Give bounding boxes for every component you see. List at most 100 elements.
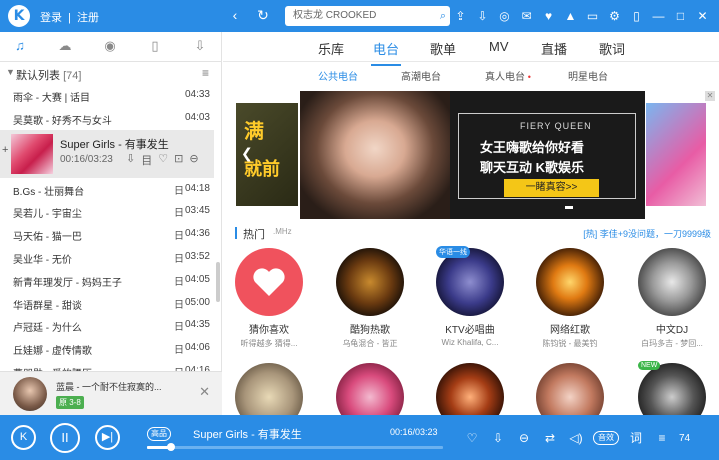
mini-mode-icon[interactable]: ▯ <box>628 7 645 25</box>
radio-icon[interactable]: ◉ <box>102 38 118 54</box>
radio-card[interactable]: 华语一线 KTV必唱曲 Wiz Khalifa, C... <box>426 246 514 347</box>
playing-song-row[interactable]: + Super Girls - 有事发生 00:16/03:23 ⇩ 目 ♡ ⊡… <box>0 129 214 178</box>
game-icon[interactable]: ◎ <box>496 7 513 25</box>
close-icon[interactable]: ✕ <box>694 7 711 25</box>
auth-links: 登录 | 注册 <box>40 9 102 25</box>
track-title: Super Girls - 有事发生 <box>193 429 302 441</box>
register-link[interactable]: 注册 <box>77 12 99 24</box>
tab-playlists[interactable]: 歌单 <box>430 39 456 58</box>
progress-handle[interactable] <box>166 443 175 451</box>
subtab-public[interactable]: 公共电台 <box>318 68 358 83</box>
progress-bar[interactable] <box>147 443 443 451</box>
status-badge: 华语一线 <box>436 246 470 258</box>
list-item[interactable]: B.Gs - 壮丽舞台日 04:18 <box>0 178 214 201</box>
loop-icon[interactable]: ⇄ <box>541 429 559 447</box>
refresh-icon[interactable]: ↻ <box>254 6 272 24</box>
disc-image <box>638 248 706 316</box>
search-text: 权志龙 CROOKED <box>293 10 377 21</box>
search-icon[interactable]: ⌕ <box>440 6 446 26</box>
banner-carousel[interactable]: 满 就前 ❮ FIERY QUEEN 女王嗨歌给你好看 聊天互动 K歌娱乐 一睹… <box>223 88 719 222</box>
download-icon[interactable]: ⇩ <box>474 7 491 25</box>
volume-icon[interactable]: ◁) <box>567 429 585 447</box>
tab-library[interactable]: 乐库 <box>318 39 344 58</box>
upload-icon[interactable]: ⇪ <box>452 7 469 25</box>
tab-lyrics[interactable]: 歌词 <box>599 39 625 58</box>
banner-button[interactable]: 一睹真容>> <box>504 179 599 197</box>
device-icon[interactable]: ▯ <box>147 38 163 54</box>
collapse-icon[interactable]: ▼ <box>6 67 15 77</box>
list-item[interactable]: 马天佑 - 猫一巴日 04:36 <box>0 223 214 246</box>
previous-button[interactable]: K <box>11 425 36 450</box>
close-icon[interactable]: ✕ <box>199 384 210 400</box>
monitor-icon[interactable]: ▭ <box>584 7 601 25</box>
main-banner[interactable]: FIERY QUEEN 女王嗨歌给你好看 聊天互动 K歌娱乐 一睹真容>> <box>300 91 645 219</box>
kugou-logo[interactable]: K <box>8 5 30 27</box>
next-button[interactable]: ▶| <box>95 425 120 450</box>
message-icon[interactable]: ✉ <box>518 7 535 25</box>
player-controls: ♡ ⇩ ⊖ ⇄ ◁) 音效 词 ≡ 74 <box>463 429 690 447</box>
playlist-panel: ♫ ☁ ◉ ▯ ⇩ ▼ 默认列表 [74] ≡ 雨伞 - 大赛 | 话目 04:… <box>0 32 222 415</box>
skin-icon[interactable]: ♥ <box>540 7 557 25</box>
music-note-icon[interactable]: ♫ <box>12 38 28 54</box>
tab-radio[interactable]: 电台 <box>370 39 402 66</box>
carousel-indicator[interactable] <box>565 206 573 209</box>
main-tabs: 乐库 电台 歌单 MV 直播 歌词 <box>223 32 719 66</box>
list-item[interactable]: 吴莫歌 - 好秀不与女斗 04:03 <box>0 107 214 130</box>
shirt-icon[interactable]: ▲ <box>562 7 579 25</box>
list-item[interactable]: 吴若儿 - 宇宙尘日 03:45 <box>0 200 214 223</box>
banner-next-preview[interactable] <box>646 103 706 206</box>
now-playing-card[interactable]: 蓝晨 - 一个耐不住寂寞的... 原 3-8 ✕ <box>0 371 222 415</box>
download-box-icon[interactable]: ⇩ <box>192 38 208 54</box>
search-input[interactable]: 权志龙 CROOKED ⌕ <box>285 6 450 26</box>
main-content: 乐库 电台 歌单 MV 直播 歌词 公共电台 高潮电台 真人电台 • 明星电台 … <box>223 32 719 431</box>
add-icon[interactable]: + <box>2 144 8 156</box>
list-item[interactable]: 华语群星 - 甜谈日 05:00 <box>0 292 214 315</box>
playlist-icon[interactable]: ≡ <box>653 429 671 447</box>
list-item[interactable]: 卢冠廷 - 为什么日 04:35 <box>0 314 214 337</box>
track-time: 00:16/03:23 <box>390 427 438 437</box>
hq-icon[interactable]: 目 <box>141 152 152 168</box>
close-icon[interactable]: ✕ <box>705 91 715 101</box>
auth-separator: | <box>68 12 71 24</box>
settings-icon[interactable]: ⚙ <box>606 7 623 25</box>
list-item[interactable]: 丘娃娜 - 虚传情歌日 04:06 <box>0 337 214 360</box>
list-menu-icon[interactable]: ≡ <box>202 66 209 80</box>
cloud-icon[interactable]: ☁ <box>57 38 73 54</box>
sound-effect-button[interactable]: 音效 <box>593 431 619 445</box>
lyrics-button[interactable]: 词 <box>627 429 645 447</box>
list-item[interactable]: 新青年理发厅 - 妈妈王子日 04:05 <box>0 269 214 292</box>
hot-section-header: 热门 .MHz [热] 李佳+9没问题，一刀9999级 <box>235 224 715 244</box>
radio-card[interactable]: 猜你喜欢 听得越多 猜得... <box>225 248 313 349</box>
radio-card[interactable]: 中文DJ 白玛多吉 - 梦回... <box>628 248 716 349</box>
disc-image <box>536 248 604 316</box>
delete-icon[interactable]: ⊡ <box>174 152 183 168</box>
chevron-left-icon[interactable]: ❮ <box>241 145 253 162</box>
subtab-climax[interactable]: 高潮电台 <box>401 68 441 83</box>
back-icon[interactable]: ‹ <box>226 6 244 24</box>
tab-live[interactable]: 直播 <box>541 39 567 58</box>
login-link[interactable]: 登录 <box>40 12 62 24</box>
minimize-icon[interactable]: — <box>650 7 667 25</box>
list-item[interactable]: 吴业华 - 无价日 03:52 <box>0 246 214 269</box>
tab-mv[interactable]: MV <box>489 39 509 54</box>
pause-button[interactable]: II <box>50 423 80 453</box>
maximize-icon[interactable]: □ <box>672 7 689 25</box>
subtab-live-person[interactable]: 真人电台 • <box>485 68 531 83</box>
list-item[interactable]: 雨伞 - 大赛 | 话目 04:33 <box>0 84 214 107</box>
download-icon[interactable]: ⇩ <box>126 152 135 168</box>
quality-toggle[interactable]: 高品 <box>147 427 171 441</box>
title-bar-icons: ⇪ ⇩ ◎ ✉ ♥ ▲ ▭ ⚙ ▯ — □ ✕ <box>452 7 711 25</box>
new-badge: NEW <box>638 361 661 370</box>
more-icon[interactable]: ⊖ <box>189 152 198 168</box>
radio-card[interactable]: 网络红歌 陈钧锐 - 最美钓 <box>526 248 614 349</box>
scrollbar[interactable] <box>216 262 220 302</box>
subtab-star[interactable]: 明星电台 <box>568 68 608 83</box>
promo-link[interactable]: [热] 李佳+9没问题，一刀9999级 <box>583 227 711 240</box>
download-icon[interactable]: ⇩ <box>489 429 507 447</box>
list-header[interactable]: ▼ 默认列表 [74] ≡ <box>0 62 221 84</box>
more-icon[interactable]: ⊖ <box>515 429 533 447</box>
list-title: 默认列表 [74] <box>16 70 82 82</box>
radio-card[interactable]: 酷狗热歌 乌龟混合 - 皆正 <box>326 248 414 349</box>
heart-icon[interactable]: ♡ <box>158 152 168 168</box>
heart-icon[interactable]: ♡ <box>463 429 481 447</box>
